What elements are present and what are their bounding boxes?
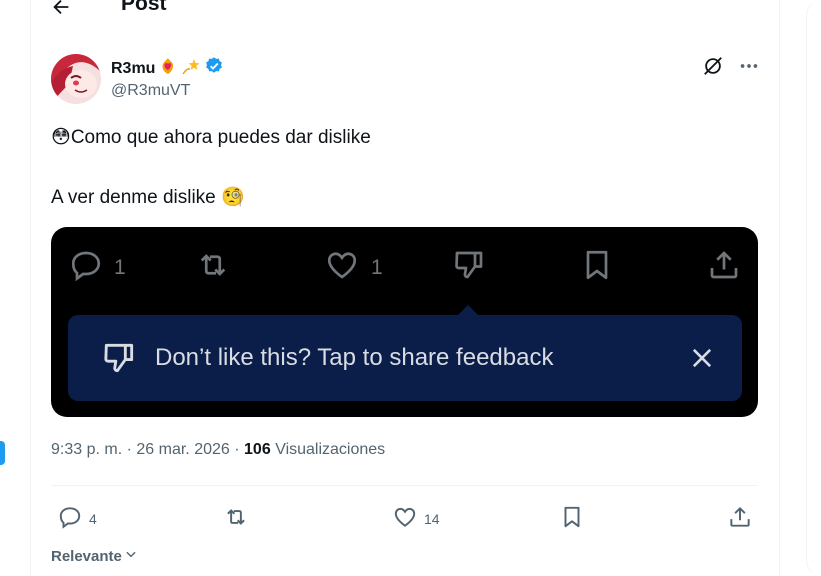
flushed-face-emoji: 😳 — [51, 127, 71, 148]
sort-replies-dropdown[interactable]: Relevante — [51, 547, 138, 565]
repost-icon — [222, 504, 250, 533]
media-reply-count: 1 — [114, 256, 126, 279]
media-dislike — [451, 247, 487, 289]
left-accent-indicator — [0, 441, 5, 465]
reply-button[interactable]: 4 — [57, 504, 97, 533]
share-icon — [727, 504, 753, 533]
reply-count: 4 — [89, 510, 97, 527]
avatar[interactable] — [51, 54, 101, 104]
sort-label: Relevante — [51, 547, 122, 565]
column-border-right — [779, 0, 780, 576]
media-share — [706, 247, 742, 289]
post-date[interactable]: 26 mar. 2026 — [136, 441, 229, 458]
feedback-tooltip: Don’t like this? Tap to share feedback — [68, 315, 742, 401]
meta-separator: · — [234, 441, 240, 458]
heart-on-fire-icon — [158, 56, 178, 81]
grok-icon[interactable] — [702, 55, 724, 82]
media-icon-row: 1 1 — [51, 227, 758, 301]
monocle-face-emoji: 🧐 — [221, 187, 245, 208]
media-reply: 1 — [68, 247, 126, 289]
post-meta: 9:33 p. m. · 26 mar. 2026 · 106 Visualiz… — [51, 441, 385, 459]
media-reply-icon — [68, 247, 104, 289]
repost-button[interactable] — [222, 504, 250, 533]
verified-badge-icon[interactable] — [204, 56, 224, 81]
tooltip-thumbs-down-icon — [99, 339, 139, 382]
media-share-icon — [706, 247, 742, 289]
heart-icon — [392, 504, 418, 533]
media-repost — [194, 247, 232, 289]
media-bookmark — [579, 247, 615, 289]
post-line-2-text: A ver denme dislike — [51, 187, 216, 208]
like-button[interactable]: 14 — [392, 504, 440, 533]
post-time[interactable]: 9:33 p. m. — [51, 441, 122, 458]
media-repost-icon — [194, 247, 232, 289]
media-like-count: 1 — [371, 256, 383, 279]
meta-separator: · — [126, 441, 132, 458]
post-text-line-1: 😳 Como que ahora puedes dar dislike — [51, 126, 371, 150]
share-button[interactable] — [727, 504, 753, 533]
bookmark-icon — [559, 504, 585, 533]
post-line-1-text: Como que ahora puedes dar dislike — [70, 127, 371, 148]
back-arrow-icon[interactable] — [50, 0, 72, 18]
author-name-row: R3mu — [111, 56, 224, 81]
views-label: Visualizaciones — [275, 441, 386, 458]
dizzy-star-icon — [181, 56, 201, 81]
more-options-icon[interactable] — [738, 55, 760, 82]
post-top-actions — [702, 55, 760, 82]
chevron-down-icon — [124, 547, 138, 565]
column-border-left — [30, 0, 31, 576]
author-name[interactable]: R3mu — [111, 60, 155, 78]
like-count: 14 — [424, 510, 440, 527]
header: Post — [50, 0, 167, 22]
views-count: 106 — [244, 441, 271, 458]
media-thumbs-down-icon — [451, 247, 487, 289]
post-media-image[interactable]: 1 1 Don’t like this? Tap to share feedba… — [51, 227, 758, 417]
reply-icon — [57, 504, 83, 533]
author-handle[interactable]: @R3muVT — [111, 82, 190, 100]
tooltip-close-icon — [688, 344, 716, 377]
media-like: 1 — [323, 247, 383, 289]
media-heart-icon — [323, 247, 361, 289]
page-title: Post — [121, 0, 167, 15]
tooltip-text: Don’t like this? Tap to share feedback — [155, 344, 554, 371]
post-text-line-2: A ver denme dislike 🧐 — [51, 186, 245, 210]
divider — [51, 485, 758, 486]
media-bookmark-icon — [579, 247, 615, 289]
right-panel-edge — [806, 0, 821, 576]
bookmark-button[interactable] — [559, 504, 585, 533]
